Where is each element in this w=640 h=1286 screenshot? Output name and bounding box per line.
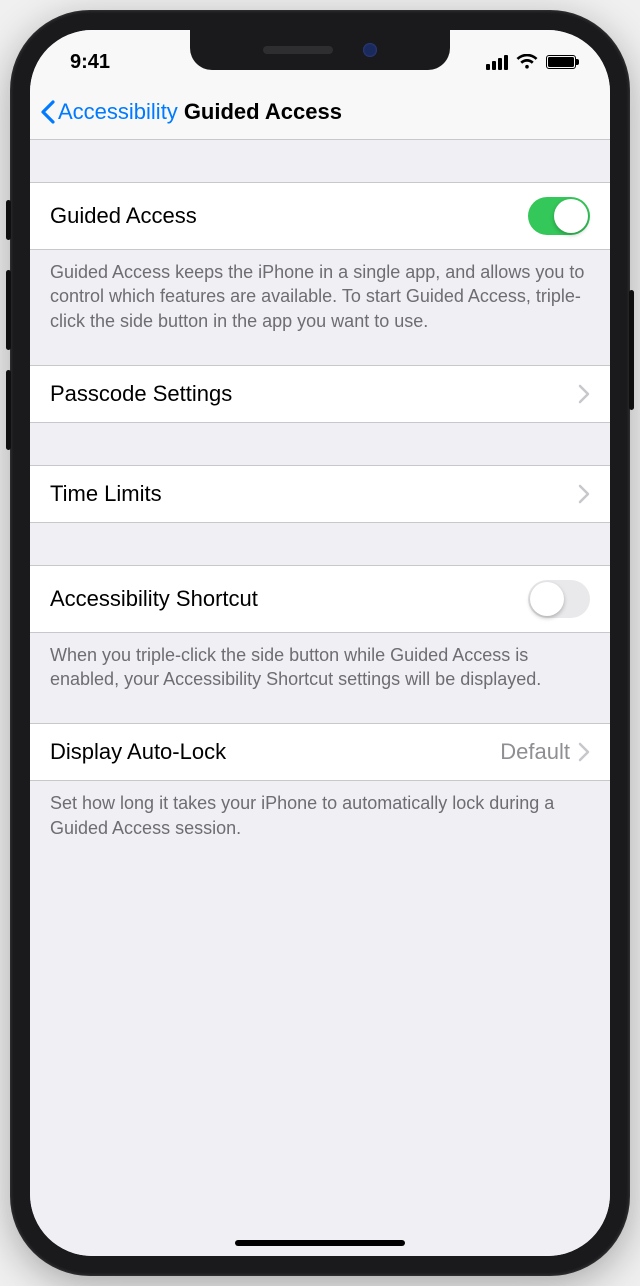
row-time-limits[interactable]: Time Limits bbox=[30, 465, 610, 523]
row-passcode-settings[interactable]: Passcode Settings bbox=[30, 365, 610, 423]
screen: 9:41 Accessibility Gui bbox=[30, 30, 610, 1256]
cellular-signal-icon bbox=[486, 55, 508, 70]
toggle-knob bbox=[554, 199, 588, 233]
footer-accessibility-shortcut: When you triple-click the side button wh… bbox=[30, 633, 610, 706]
side-button bbox=[629, 290, 634, 410]
back-button[interactable]: Accessibility bbox=[40, 99, 178, 125]
iphone-frame: 9:41 Accessibility Gui bbox=[10, 10, 630, 1276]
chevron-right-icon bbox=[578, 742, 590, 762]
row-label: Guided Access bbox=[50, 203, 528, 229]
home-indicator[interactable] bbox=[235, 1240, 405, 1246]
navigation-bar: Accessibility Guided Access bbox=[30, 84, 610, 140]
mute-switch bbox=[6, 200, 11, 240]
row-label: Passcode Settings bbox=[50, 381, 578, 407]
chevron-right-icon bbox=[578, 484, 590, 504]
volume-down-button bbox=[6, 370, 11, 450]
volume-up-button bbox=[6, 270, 11, 350]
toggle-guided-access[interactable] bbox=[528, 197, 590, 235]
row-label: Display Auto-Lock bbox=[50, 739, 500, 765]
notch bbox=[190, 30, 450, 70]
toggle-accessibility-shortcut[interactable] bbox=[528, 580, 590, 618]
speaker-grille bbox=[263, 46, 333, 54]
chevron-right-icon bbox=[578, 384, 590, 404]
toggle-knob bbox=[530, 582, 564, 616]
row-guided-access[interactable]: Guided Access bbox=[30, 182, 610, 250]
settings-content[interactable]: Guided Access Guided Access keeps the iP… bbox=[30, 140, 610, 1256]
footer-guided-access: Guided Access keeps the iPhone in a sing… bbox=[30, 250, 610, 347]
chevron-left-icon bbox=[40, 100, 56, 124]
row-display-auto-lock[interactable]: Display Auto-Lock Default bbox=[30, 723, 610, 781]
status-time: 9:41 bbox=[70, 51, 110, 74]
row-value: Default bbox=[500, 739, 570, 765]
battery-icon bbox=[546, 55, 576, 69]
row-accessibility-shortcut[interactable]: Accessibility Shortcut bbox=[30, 565, 610, 633]
front-camera bbox=[363, 43, 377, 57]
row-label: Time Limits bbox=[50, 481, 578, 507]
page-title: Guided Access bbox=[184, 99, 342, 125]
back-label: Accessibility bbox=[58, 99, 178, 125]
row-label: Accessibility Shortcut bbox=[50, 586, 528, 612]
footer-display-auto-lock: Set how long it takes your iPhone to aut… bbox=[30, 781, 610, 854]
wifi-icon bbox=[516, 54, 538, 70]
